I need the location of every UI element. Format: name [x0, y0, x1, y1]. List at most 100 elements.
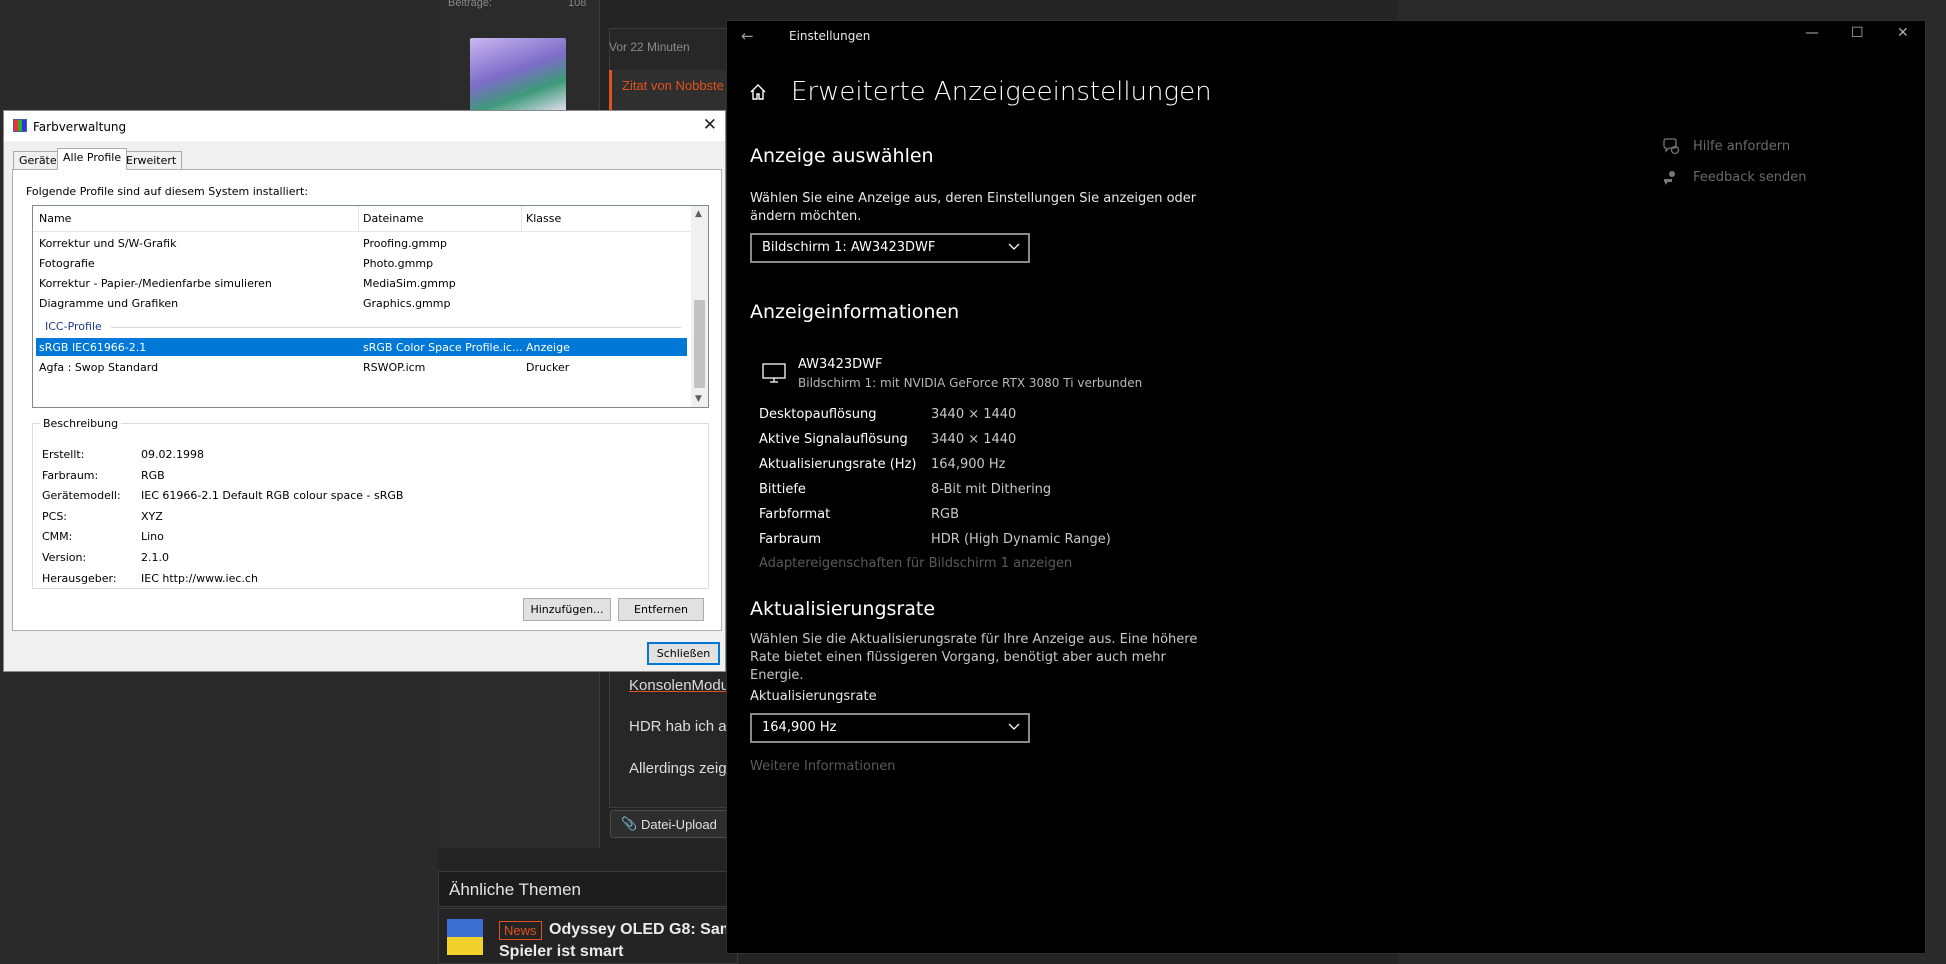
- desc-value: Lino: [141, 530, 164, 543]
- similar-threads-title: Ähnliche Themen: [449, 880, 581, 899]
- file-upload-label: Datei-Upload: [641, 817, 717, 832]
- profile-name: Diagramme und Grafiken: [39, 297, 179, 310]
- post-count-label: Beiträge:: [448, 0, 493, 9]
- monitor-connection: Bildschirm 1: mit NVIDIA GeForce RTX 308…: [798, 376, 1143, 390]
- desc-key: Gerätemodell:: [42, 489, 121, 502]
- post-body-line: HDR hab ich a: [629, 718, 727, 735]
- column-header-class[interactable]: Klasse: [526, 212, 561, 225]
- display-select-dropdown[interactable]: Bildschirm 1: AW3423DWF: [750, 233, 1030, 263]
- send-feedback-link[interactable]: Feedback senden: [1693, 170, 1807, 185]
- add-profile-button[interactable]: Hinzufügen...: [523, 598, 611, 621]
- close-icon[interactable]: ✕: [1897, 25, 1909, 41]
- back-arrow-icon[interactable]: ←: [741, 27, 754, 45]
- desc-key: PCS:: [42, 510, 68, 523]
- chevron-down-icon: [1008, 243, 1020, 250]
- tab-erweitert[interactable]: Erweitert: [120, 151, 183, 169]
- adapter-properties-link[interactable]: Adaptereigenschaften für Bildschirm 1 an…: [759, 556, 1072, 571]
- info-key: Aktive Signalauflösung: [759, 432, 908, 447]
- close-button[interactable]: Schließen: [647, 642, 720, 665]
- quote-author-link[interactable]: Zitat von Nobbste: [622, 78, 724, 93]
- profile-class: Drucker: [526, 361, 570, 374]
- close-icon[interactable]: ✕: [703, 115, 717, 135]
- scroll-thumb[interactable]: [694, 300, 705, 388]
- home-icon[interactable]: [749, 83, 767, 101]
- quote-block: Zitat von Nobbste: [609, 70, 729, 110]
- profile-name: sRGB IEC61966-2.1: [39, 341, 147, 354]
- refresh-rate-heading: Aktualisierungsrate: [750, 598, 936, 620]
- list-item[interactable]: Korrektur und S/W-Grafik Proofing.gmmp: [36, 234, 687, 252]
- thread-title[interactable]: Odyssey OLED G8: Sam: [549, 921, 734, 939]
- column-header-file[interactable]: Dateiname: [363, 212, 424, 225]
- tab-alle-profile[interactable]: Alle Profile: [57, 148, 128, 170]
- thread-thumbnail: [447, 919, 483, 955]
- post-body-line: KonsolenModu: [629, 677, 730, 694]
- info-value: 3440 × 1440: [931, 432, 1017, 447]
- profiles-list-header: Name Dateiname Klasse: [33, 206, 690, 232]
- select-display-heading: Anzeige auswählen: [750, 145, 934, 167]
- info-key: Farbraum: [759, 532, 822, 547]
- avatar[interactable]: [470, 38, 566, 112]
- dialog-titlebar[interactable]: Farbverwaltung ✕: [4, 111, 725, 141]
- info-value: 164,900 Hz: [931, 457, 1006, 472]
- desc-key: Version:: [42, 551, 87, 564]
- profile-file: Graphics.gmmp: [363, 297, 451, 310]
- desc-value: 09.02.1998: [141, 448, 204, 461]
- description-group: Erstellt: 09.02.1998 Farbraum: RGB Gerät…: [32, 423, 709, 589]
- desc-key: Herausgeber:: [42, 572, 117, 585]
- profile-name: Agfa : Swop Standard: [39, 361, 159, 374]
- monitor-icon: [762, 363, 786, 383]
- scroll-down-icon[interactable]: ▼: [695, 394, 702, 404]
- maximize-icon[interactable]: ☐: [1851, 25, 1864, 41]
- refresh-rate-description: Wählen Sie die Aktualisierungsrate für I…: [750, 632, 1198, 683]
- refresh-rate-value: 164,900 Hz: [762, 720, 837, 735]
- info-key: Desktopauflösung: [759, 407, 877, 422]
- tab-geraete[interactable]: Geräte: [13, 151, 63, 169]
- desc-key: CMM:: [42, 530, 73, 543]
- dialog-title: Farbverwaltung: [33, 120, 127, 134]
- help-icon: [1663, 138, 1680, 155]
- list-item-selected[interactable]: sRGB IEC61966-2.1 sRGB Color Space Profi…: [36, 338, 687, 356]
- color-management-dialog: Farbverwaltung ✕ Geräte Alle Profile Erw…: [3, 110, 726, 672]
- profile-file: sRGB Color Space Profile.ic...: [363, 341, 523, 354]
- monitor-name: AW3423DWF: [798, 357, 883, 372]
- info-value: RGB: [931, 507, 960, 522]
- settings-window-title: Einstellungen: [789, 29, 871, 43]
- thread-title-line2[interactable]: Spieler ist smart: [499, 943, 624, 961]
- paperclip-icon: 📎: [621, 816, 638, 831]
- list-item[interactable]: Korrektur - Papier-/Medienfarbe simulier…: [36, 274, 687, 292]
- list-item[interactable]: Diagramme und Grafiken Graphics.gmmp: [36, 294, 687, 312]
- profile-name: Korrektur und S/W-Grafik: [39, 237, 177, 250]
- page-title: Erweiterte Anzeigeeinstellungen: [791, 77, 1212, 107]
- profiles-intro-text: Folgende Profile sind auf diesem System …: [26, 185, 309, 198]
- info-value: 8-Bit mit Dithering: [931, 482, 1052, 497]
- profile-class: Anzeige: [526, 341, 570, 354]
- info-key: Bittiefe: [759, 482, 806, 497]
- more-info-link[interactable]: Weitere Informationen: [750, 759, 895, 774]
- post-count-value: 108: [568, 0, 587, 9]
- chevron-down-icon: [1008, 723, 1020, 730]
- desc-value: XYZ: [141, 510, 163, 523]
- post-timestamp: Vor 22 Minuten: [609, 40, 690, 54]
- remove-profile-button[interactable]: Entfernen: [618, 598, 704, 621]
- list-scrollbar[interactable]: ▲ ▼: [691, 206, 708, 407]
- minimize-icon[interactable]: —: [1805, 25, 1819, 41]
- display-info-heading: Anzeigeinformationen: [750, 301, 960, 323]
- scroll-up-icon[interactable]: ▲: [695, 209, 702, 219]
- desc-value: RGB: [141, 469, 165, 482]
- file-upload-button[interactable]: 📎 Datei-Upload: [610, 810, 730, 838]
- color-management-icon: [13, 119, 27, 132]
- list-item[interactable]: Fotografie Photo.gmmp: [36, 254, 687, 272]
- info-key: Aktualisierungsrate (Hz): [759, 457, 917, 472]
- profiles-list[interactable]: Name Dateiname Klasse Korrektur und S/W-…: [32, 205, 709, 408]
- column-header-name[interactable]: Name: [39, 212, 71, 225]
- profile-name: Korrektur - Papier-/Medienfarbe simulier…: [39, 277, 272, 290]
- list-item[interactable]: Agfa : Swop Standard RSWOP.icm Drucker: [36, 358, 687, 376]
- get-help-link[interactable]: Hilfe anfordern: [1693, 139, 1790, 154]
- refresh-rate-dropdown[interactable]: 164,900 Hz: [750, 713, 1030, 743]
- profile-file: MediaSim.gmmp: [363, 277, 456, 290]
- profile-file: RSWOP.icm: [363, 361, 426, 374]
- profile-name: Fotografie: [39, 257, 95, 270]
- desc-key: Farbraum:: [42, 469, 99, 482]
- similar-thread-item[interactable]: News Odyssey OLED G8: Sam Spieler ist sm…: [438, 908, 738, 964]
- profile-file: Proofing.gmmp: [363, 237, 447, 250]
